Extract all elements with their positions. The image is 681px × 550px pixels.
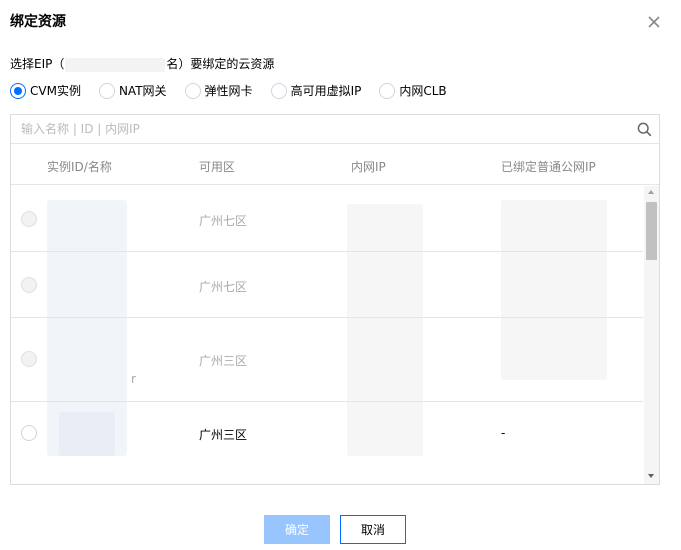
row-radio-disabled (21, 211, 37, 227)
scroll-thumb[interactable] (646, 202, 657, 260)
resource-type-radio-group: CVM实例 NAT网关 弹性网卡 高可用虚拟IP 内网CLB (10, 82, 465, 99)
radio-cvm[interactable]: CVM实例 (10, 82, 81, 99)
scroll-up-arrow-icon[interactable] (648, 190, 654, 194)
row-radio-disabled (21, 277, 37, 293)
radio-label: 高可用虚拟IP (290, 84, 362, 98)
radio-label: CVM实例 (30, 84, 81, 98)
search-input[interactable] (11, 115, 659, 144)
subtitle-suffix: 名）要绑定的云资源 (166, 57, 275, 71)
radio-circle[interactable] (270, 82, 287, 99)
confirm-button[interactable]: 确定 (264, 515, 330, 544)
radio-label: 弹性网卡 (204, 84, 253, 98)
table-row[interactable]: 广州七区 (11, 186, 643, 252)
radio-label: 内网CLB (399, 84, 447, 98)
column-header-private-ip: 内网IP (351, 160, 386, 174)
resource-table: 实例ID/名称 可用区 内网IP 已绑定普通公网IP 广州七区 广州七区 广州三… (10, 114, 660, 485)
cell-zone: 广州七区 (199, 214, 248, 228)
vertical-scrollbar[interactable] (644, 186, 659, 484)
cell-bound-public-ip: - (501, 426, 506, 440)
cell-zone: 广州三区 (199, 428, 248, 442)
table-row[interactable]: 广州七区 (11, 252, 643, 318)
radio-label: NAT网关 (118, 84, 167, 98)
search-icon[interactable] (637, 122, 652, 137)
close-icon[interactable] (644, 12, 664, 32)
row-radio[interactable] (21, 425, 37, 441)
table-header: 实例ID/名称 可用区 内网IP 已绑定普通公网IP (11, 145, 659, 185)
scroll-down-arrow-icon[interactable] (648, 474, 654, 478)
column-header-bound-public-ip: 已绑定普通公网IP (501, 160, 596, 174)
table-row[interactable]: 广州三区 - (11, 402, 643, 466)
row-radio-disabled (21, 351, 37, 367)
radio-circle-checked[interactable] (10, 82, 26, 99)
radio-havip[interactable]: 高可用虚拟IP (270, 82, 362, 99)
cell-zone: 广州三区 (199, 354, 248, 368)
table-body: 广州七区 广州七区 广州三区 r 广州三区 - (11, 186, 643, 466)
radio-circle[interactable] (184, 82, 201, 99)
cell-zone: 广州七区 (199, 280, 248, 294)
radio-nat[interactable]: NAT网关 (98, 82, 167, 99)
radio-circle[interactable] (379, 82, 396, 99)
cell-instance-name-tail: r (131, 372, 136, 386)
column-header-zone: 可用区 (199, 160, 236, 174)
dialog-subtitle: 选择EIP（ 名）要绑定的云资源 (10, 55, 274, 72)
radio-eni[interactable]: 弹性网卡 (184, 82, 253, 99)
cancel-button[interactable]: 取消 (340, 515, 406, 544)
table-row[interactable]: 广州三区 r (11, 318, 643, 402)
subtitle-prefix: 选择EIP（ (10, 57, 65, 71)
column-header-instance: 实例ID/名称 (47, 160, 112, 174)
dialog-title: 绑定资源 (10, 14, 66, 30)
redacted-eip-name (65, 57, 166, 72)
radio-circle[interactable] (98, 82, 115, 99)
radio-clb[interactable]: 内网CLB (379, 82, 447, 99)
